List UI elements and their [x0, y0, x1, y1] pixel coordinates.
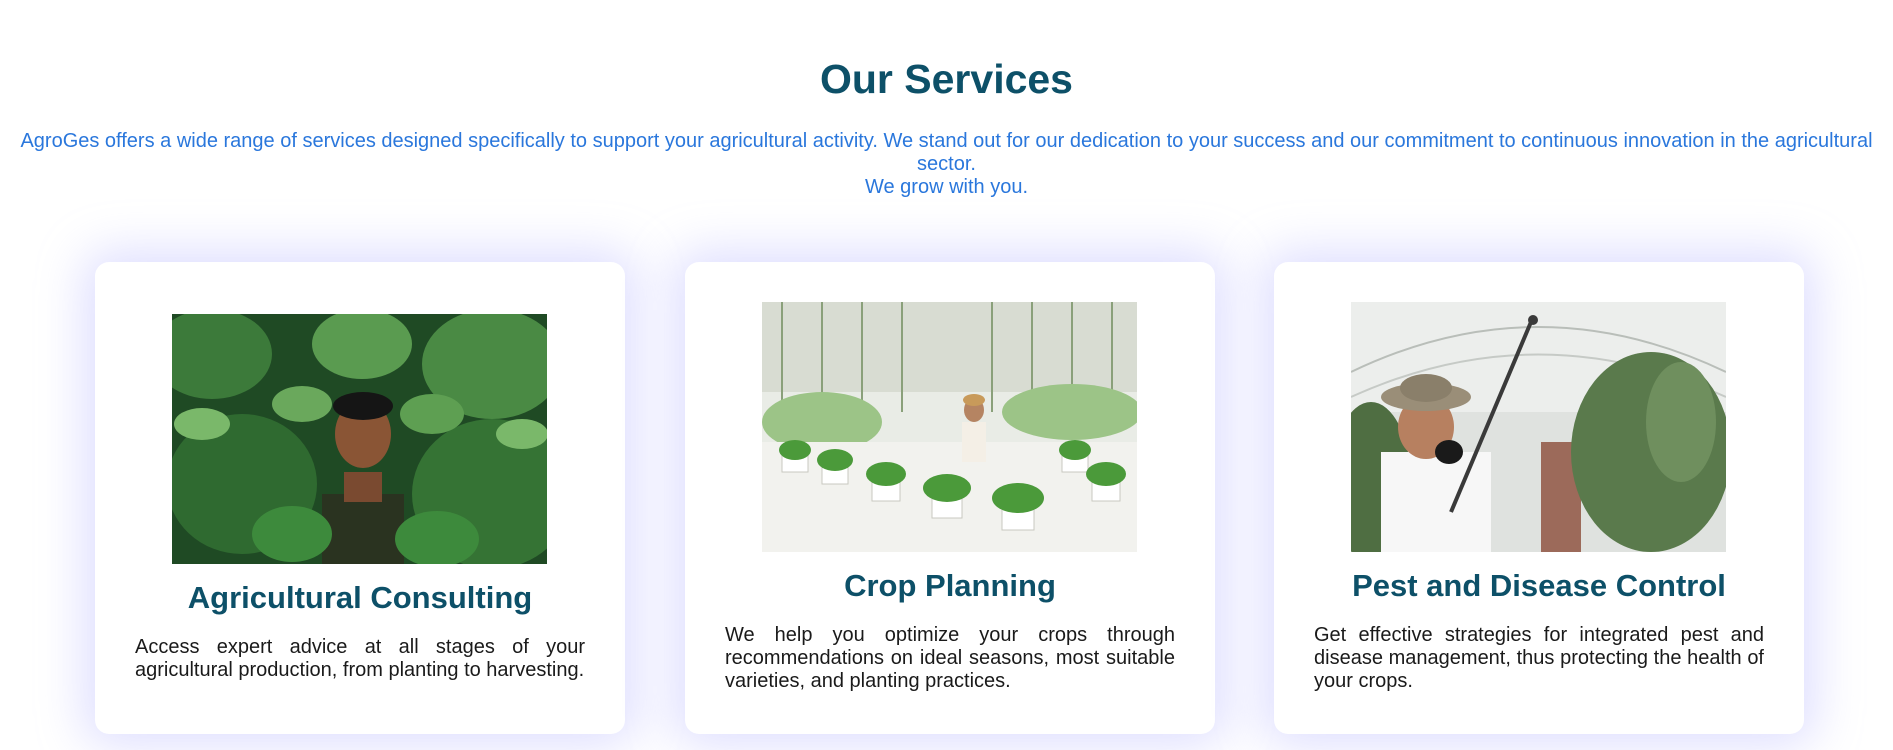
card-description: Get effective strategies for integrated … [1314, 624, 1764, 692]
farmer-in-green-crop-photo [172, 314, 547, 564]
service-cards: Agricultural Consulting Access expert ad… [0, 262, 1893, 734]
card-title: Pest and Disease Control [1352, 568, 1726, 603]
intro-tagline: We grow with you. [864, 176, 1029, 198]
card-description: We help you optimize your crops through … [725, 624, 1175, 692]
service-card-crop-planning[interactable]: Crop Planning We help you optimize your … [685, 262, 1215, 734]
service-card-pest-disease-control[interactable]: Pest and Disease Control Get effective s… [1274, 262, 1804, 734]
services-section: Our Services AgroGes offers a wide range… [0, 0, 1893, 750]
card-description: Access expert advice at all stages of yo… [135, 636, 585, 681]
woman-in-greenhouse-photo [762, 302, 1137, 552]
intro-text: AgroGes offers a wide range of services … [20, 130, 1873, 175]
card-title: Crop Planning [844, 568, 1056, 603]
card-title: Agricultural Consulting [187, 580, 533, 615]
service-card-agricultural-consulting[interactable]: Agricultural Consulting Access expert ad… [95, 262, 625, 734]
section-intro: AgroGes offers a wide range of services … [11, 130, 1883, 199]
man-spraying-plants-photo [1351, 302, 1726, 552]
section-title: Our Services [820, 56, 1073, 102]
